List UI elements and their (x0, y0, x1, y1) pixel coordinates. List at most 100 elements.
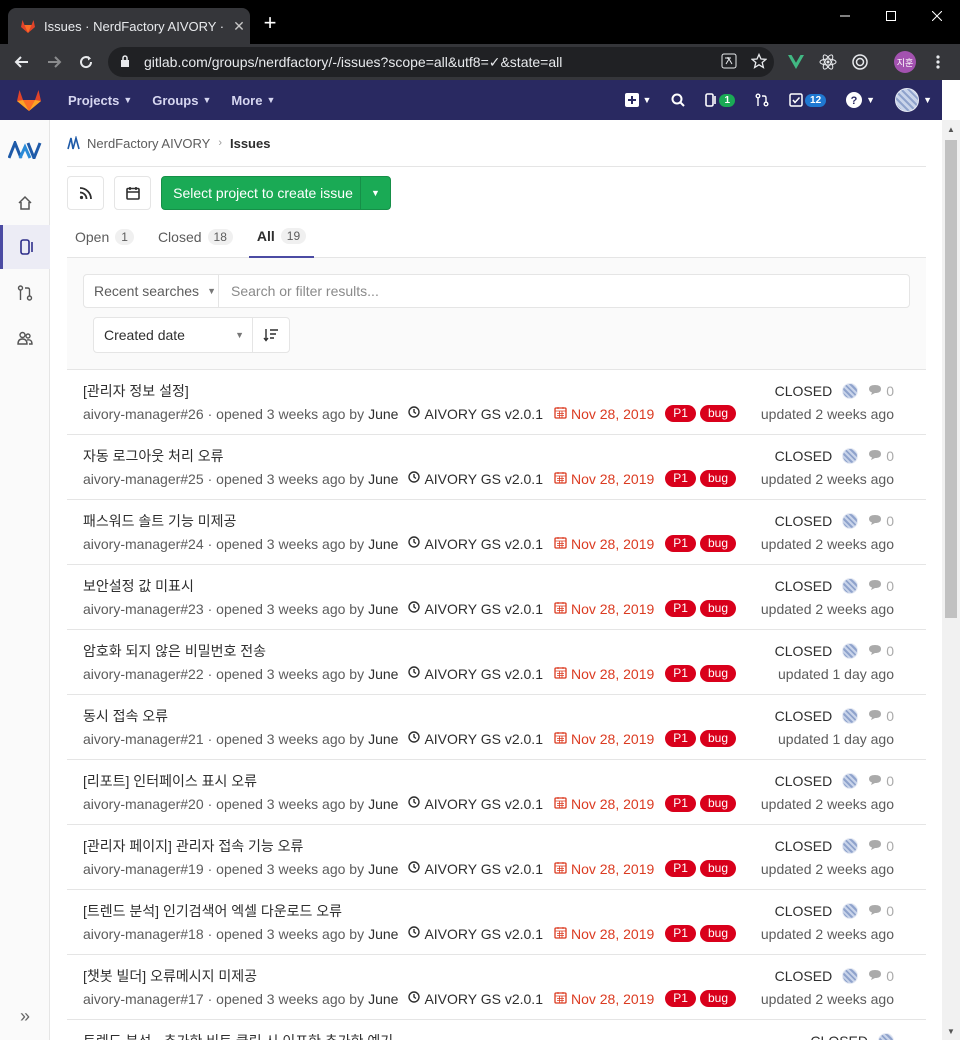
issue-label-p1[interactable]: P1 (665, 405, 696, 422)
assignee-avatar[interactable] (842, 513, 859, 529)
back-icon[interactable] (10, 50, 34, 74)
menu-groups[interactable]: Groups ▼ (152, 93, 211, 108)
issue-label-p1[interactable]: P1 (665, 600, 696, 617)
create-issue-dropdown-icon[interactable]: ▼ (360, 177, 390, 209)
issue-title[interactable]: 패스워드 솔트 기능 미제공 (83, 511, 236, 531)
issue-label-bug[interactable]: bug (699, 470, 736, 487)
issue-row[interactable]: 패스워드 솔트 기능 미제공 aivory-manager#24 · opened … (67, 500, 926, 565)
issue-milestone[interactable]: AIVORY GS v2.0.1 (408, 731, 543, 747)
new-item-dropdown[interactable]: ▼ (624, 93, 651, 107)
issue-comments[interactable]: 0 (868, 643, 894, 659)
issue-label-p1[interactable]: P1 (665, 730, 696, 747)
menu-projects[interactable]: Projects ▼ (68, 93, 132, 108)
issue-comments[interactable]: 0 (868, 383, 894, 399)
calendar-feed-button[interactable] (114, 176, 151, 210)
issue-title[interactable]: 암호화 되지 않은 비밀번호 전송 (83, 641, 266, 661)
issue-author[interactable]: June (368, 796, 398, 812)
issue-milestone[interactable]: AIVORY GS v2.0.1 (408, 796, 543, 812)
reload-icon[interactable] (74, 50, 98, 74)
issue-reference[interactable]: aivory-manager#26 (83, 406, 204, 422)
issue-label-bug[interactable]: bug (699, 925, 736, 942)
minimize-icon[interactable] (822, 0, 868, 32)
sort-direction-button[interactable] (252, 317, 290, 353)
assignee-avatar[interactable] (842, 448, 859, 464)
issue-label-p1[interactable]: P1 (665, 535, 696, 552)
assignee-avatar[interactable] (842, 708, 859, 724)
issue-author[interactable]: June (368, 861, 398, 877)
issue-reference[interactable]: aivory-manager#17 (83, 991, 204, 1007)
issue-reference[interactable]: aivory-manager#22 (83, 666, 204, 682)
assignee-avatar[interactable] (842, 903, 859, 919)
issue-row[interactable]: [관리자 페이지] 관리자 접속 기능 오류 aivory-manager#19 ·… (67, 825, 926, 890)
collapse-sidebar-icon[interactable]: » (0, 996, 50, 1036)
issues-nav-button[interactable]: 1 (705, 93, 736, 107)
issue-author[interactable]: June (368, 406, 398, 422)
issue-row[interactable]: 트렌드 분석 - 추가한 비트 클릭 시 이프한 추가한 예기 CLOSED (67, 1020, 926, 1040)
issue-title[interactable]: [리포트] 인터페이스 표시 오류 (83, 771, 257, 791)
forward-icon[interactable] (42, 50, 66, 74)
issue-milestone[interactable]: AIVORY GS v2.0.1 (408, 991, 543, 1007)
scroll-down-icon[interactable]: ▼ (942, 1022, 960, 1040)
issue-comments[interactable]: 0 (868, 968, 894, 984)
issue-title[interactable]: [트렌드 분석] 인기검색어 엑셀 다운로드 오류 (83, 901, 342, 921)
issue-title[interactable]: [관리자 페이지] 관리자 접속 기능 오류 (83, 836, 303, 856)
issue-row[interactable]: [관리자 정보 설정] aivory-manager#26 · opened 3 w… (67, 370, 926, 435)
profile-avatar[interactable]: 지훈 (894, 51, 916, 73)
issue-comments[interactable]: 0 (868, 513, 894, 529)
address-bar[interactable]: gitlab.com/groups/nerdfactory/-/issues?s… (108, 47, 774, 77)
todos-nav-button[interactable]: 12 (789, 93, 827, 107)
assignee-avatar[interactable] (842, 838, 859, 854)
create-issue-button[interactable]: Select project to create issue ▼ (161, 176, 391, 210)
issue-comments[interactable]: 0 (868, 903, 894, 919)
menu-more[interactable]: More ▼ (231, 93, 275, 108)
assignee-avatar[interactable] (842, 383, 859, 399)
issue-author[interactable]: June (368, 471, 398, 487)
issue-label-bug[interactable]: bug (699, 405, 736, 422)
issue-row[interactable]: [챗봇 빌더] 오류메시지 미제공 aivory-manager#17 · open… (67, 955, 926, 1020)
issue-milestone[interactable]: AIVORY GS v2.0.1 (408, 666, 543, 682)
issue-author[interactable]: June (368, 926, 398, 942)
merge-requests-icon[interactable] (755, 93, 769, 107)
issue-label-bug[interactable]: bug (699, 860, 736, 877)
issue-row[interactable]: 자동 로그아웃 처리 오류 aivory-manager#25 · opened 3… (67, 435, 926, 500)
issue-label-bug[interactable]: bug (699, 665, 736, 682)
issue-label-bug[interactable]: bug (699, 990, 736, 1007)
issue-label-bug[interactable]: bug (699, 730, 736, 747)
window-close-icon[interactable] (914, 0, 960, 32)
issue-milestone[interactable]: AIVORY GS v2.0.1 (408, 406, 543, 422)
recent-searches-dropdown[interactable]: Recent searches ▼ (83, 274, 219, 308)
issue-author[interactable]: June (368, 666, 398, 682)
issue-label-p1[interactable]: P1 (665, 665, 696, 682)
sidebar-item-overview[interactable] (0, 181, 50, 225)
issue-row[interactable]: [트렌드 분석] 인기검색어 엑셀 다운로드 오류 aivory-manager#… (67, 890, 926, 955)
user-menu[interactable]: ▼ (895, 88, 932, 112)
issue-milestone[interactable]: AIVORY GS v2.0.1 (408, 536, 543, 552)
tab-all[interactable]: All 19 (248, 216, 315, 258)
issue-row[interactable]: 보안설정 값 미표시 aivory-manager#23 · opened 3 we… (67, 565, 926, 630)
search-input[interactable] (218, 274, 910, 308)
assignee-avatar[interactable] (878, 1033, 894, 1040)
issue-author[interactable]: June (368, 731, 398, 747)
issue-comments[interactable]: 0 (868, 838, 894, 854)
issue-title[interactable]: 보안설정 값 미표시 (83, 576, 194, 596)
issue-row[interactable]: [리포트] 인터페이스 표시 오류 aivory-manager#20 · open… (67, 760, 926, 825)
issue-reference[interactable]: aivory-manager#20 (83, 796, 204, 812)
issue-row[interactable]: 암호화 되지 않은 비밀번호 전송 aivory-manager#22 · open… (67, 630, 926, 695)
issue-title[interactable]: 동시 접속 오류 (83, 706, 168, 726)
help-dropdown[interactable]: ? ▼ (846, 92, 875, 108)
scroll-up-icon[interactable]: ▲ (942, 120, 960, 138)
tab-closed[interactable]: Closed 18 (150, 216, 241, 258)
assignee-avatar[interactable] (842, 773, 859, 789)
issue-reference[interactable]: aivory-manager#25 (83, 471, 204, 487)
issue-milestone[interactable]: AIVORY GS v2.0.1 (408, 471, 543, 487)
issue-title[interactable]: 트렌드 분석 - 추가한 비트 클릭 시 이프한 추가한 예기 (83, 1031, 393, 1040)
assignee-avatar[interactable] (842, 968, 859, 984)
issue-author[interactable]: June (368, 601, 398, 617)
issue-title[interactable]: [관리자 정보 설정] (83, 381, 189, 401)
issue-label-p1[interactable]: P1 (665, 860, 696, 877)
issue-comments[interactable]: 0 (868, 708, 894, 724)
issue-milestone[interactable]: AIVORY GS v2.0.1 (408, 926, 543, 942)
issue-author[interactable]: June (368, 536, 398, 552)
issue-title[interactable]: 자동 로그아웃 처리 오류 (83, 446, 223, 466)
tab-close-icon[interactable]: ✕ (228, 18, 250, 35)
